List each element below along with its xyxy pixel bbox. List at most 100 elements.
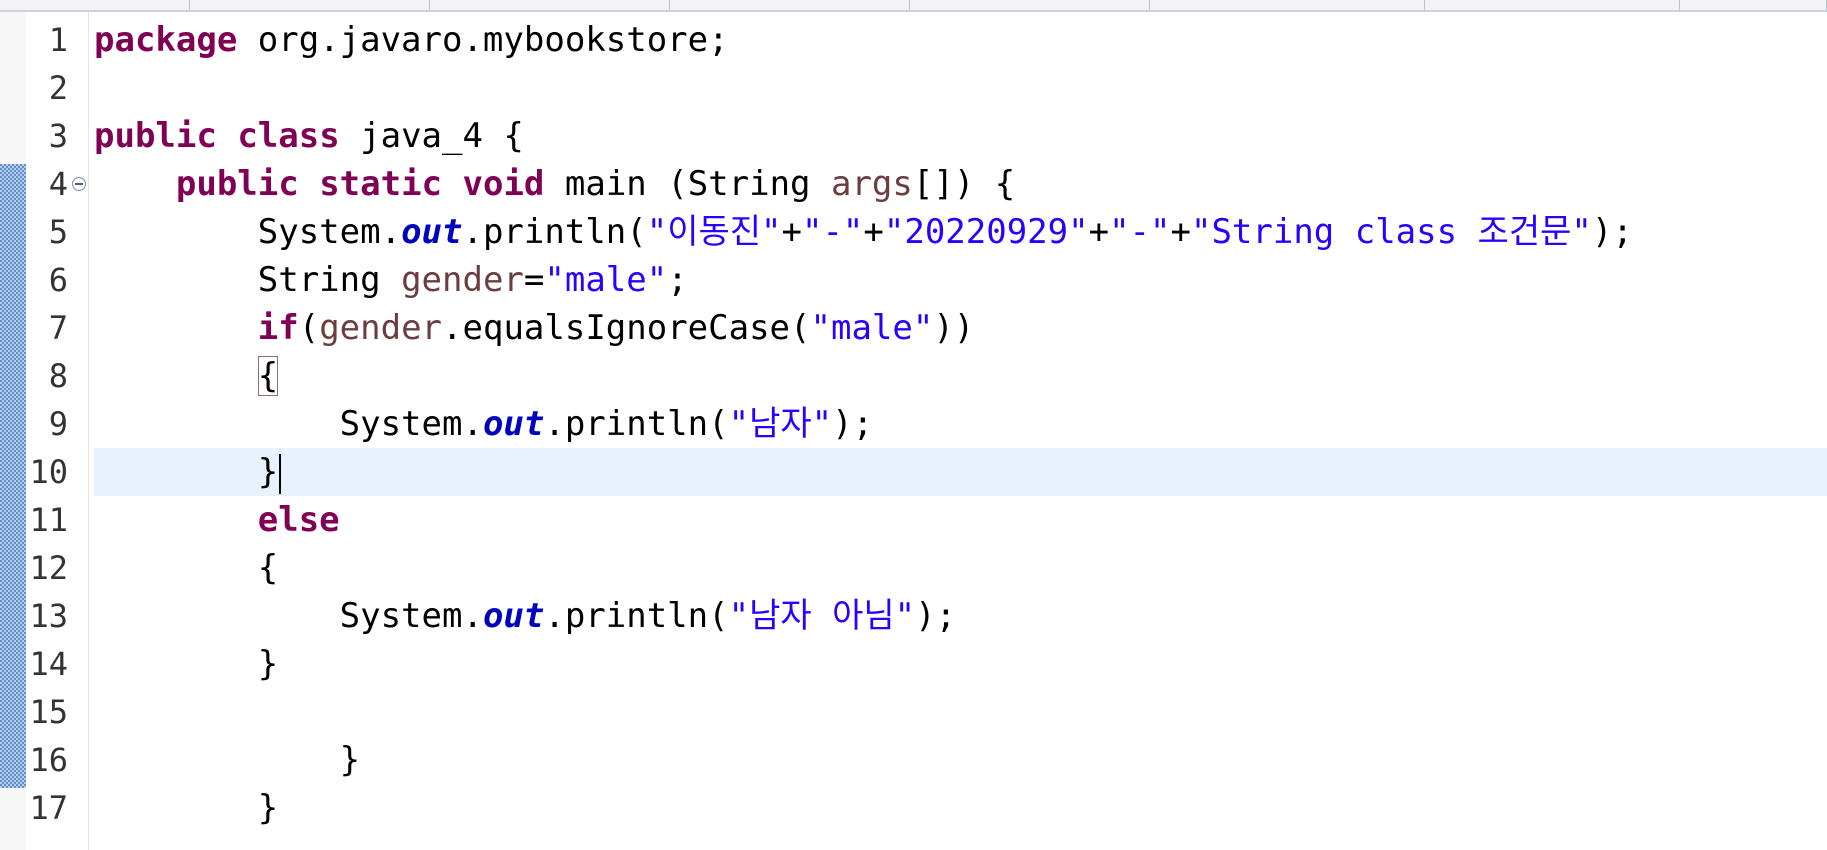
code-token: main (String [544,164,831,204]
code-token: ); [915,596,957,636]
code-line[interactable]: else [94,496,1827,544]
editor-tab[interactable] [1425,0,1680,10]
editor-tab[interactable] [1680,0,1827,10]
code-token: org.javaro.mybookstore; [237,20,729,60]
line-number: 11 [29,501,68,539]
string-literal-token: "String class 조건문" [1190,212,1592,252]
code-line[interactable]: System.out.println("남자"); [94,400,1827,448]
line-number: 2 [48,69,68,107]
line-number: 1 [48,21,68,59]
quick-diff-change-marker[interactable] [0,164,26,788]
string-literal-token: "이동진" [646,212,782,252]
string-literal-token: "남자" [728,404,833,444]
line-number: 9 [48,405,68,443]
code-token: } [257,788,279,828]
keyword-token: class [237,116,340,156]
line-number: 14 [29,645,68,683]
editor-tab-strip[interactable] [0,0,1827,12]
line-number: 10 [29,453,68,491]
line-number: 17 [29,789,68,827]
line-number: 5 [48,213,68,251]
static-field-token: out [401,212,463,252]
code-token: { [257,548,279,588]
editor-tab[interactable] [190,0,430,10]
code-line[interactable]: public class java_4 { [94,112,1827,160]
code-line[interactable]: System.out.println("남자 아님"); [94,592,1827,640]
code-line[interactable]: } [94,736,1827,784]
editor-tab[interactable] [430,0,670,10]
local-variable-token: args [830,164,913,204]
line-number: 15 [29,693,68,731]
line-number: 3 [48,117,68,155]
code-token: .println( [544,596,729,636]
code-line[interactable] [94,64,1827,112]
code-line[interactable]: package org.javaro.mybookstore; [94,16,1827,64]
code-line[interactable] [94,688,1827,736]
code-line[interactable]: } [94,448,1827,496]
line-number: 7 [48,309,68,347]
code-text-area[interactable]: package org.javaro.mybookstore; public cl… [94,12,1827,850]
keyword-token: if [257,308,299,348]
code-token: + [1170,212,1191,252]
editor-tab[interactable] [670,0,910,10]
editor-tab[interactable] [0,0,190,10]
line-number: 4 [48,165,68,203]
line-number: 16 [29,741,68,779]
keyword-token: void [462,164,545,204]
static-field-token: out [482,404,545,444]
string-literal-token: "male" [810,308,934,348]
code-line[interactable]: { [94,544,1827,592]
line-number: 12 [29,549,68,587]
collapse-minus-icon[interactable] [72,177,86,191]
keyword-token: static [319,164,443,204]
code-token: ( [298,308,320,348]
code-token: = [523,260,545,300]
string-literal-token: "남자 아님" [728,596,916,636]
line-number: 8 [48,357,68,395]
line-number: 13 [29,597,68,635]
code-line[interactable]: public static void main (String args[]) … [94,160,1827,208]
string-literal-token: "20220929" [883,212,1089,252]
code-line[interactable]: } [94,784,1827,832]
code-token: + [781,212,802,252]
code-token: java_4 { [339,116,524,156]
code-line[interactable]: String gender="male"; [94,256,1827,304]
code-token: []) { [912,164,1016,204]
text-cursor [279,453,282,494]
annotation-ruler [0,12,26,850]
code-line[interactable]: } [94,640,1827,688]
keyword-token: public [94,116,217,156]
keyword-token: else [257,500,340,540]
code-token: .println( [544,404,729,444]
code-line[interactable]: if(gender.equalsIgnoreCase("male")) [94,304,1827,352]
code-token: System. [339,596,483,636]
code-token: ; [667,260,688,300]
code-token: + [1088,212,1110,252]
string-literal-token: "-" [801,212,864,252]
code-line[interactable]: { [94,352,1827,400]
keyword-token: public [175,164,299,204]
code-token: .println( [462,212,647,252]
code-token: ); [832,404,874,444]
local-variable-token: gender [319,308,443,348]
editor-tab[interactable] [1150,0,1425,10]
code-token: )) [933,308,975,348]
editor-tab[interactable] [910,0,1150,10]
line-number: 6 [48,261,68,299]
string-literal-token: "male" [544,260,668,300]
keyword-token: package [94,20,238,60]
code-line[interactable]: System.out.println("이동진"+"-"+"20220929"+… [94,208,1827,256]
java-code-editor[interactable]: 1 2 3 4 5 6 7 8 9 10 11 12 13 14 15 16 17 package org.ja… [0,0,1827,850]
